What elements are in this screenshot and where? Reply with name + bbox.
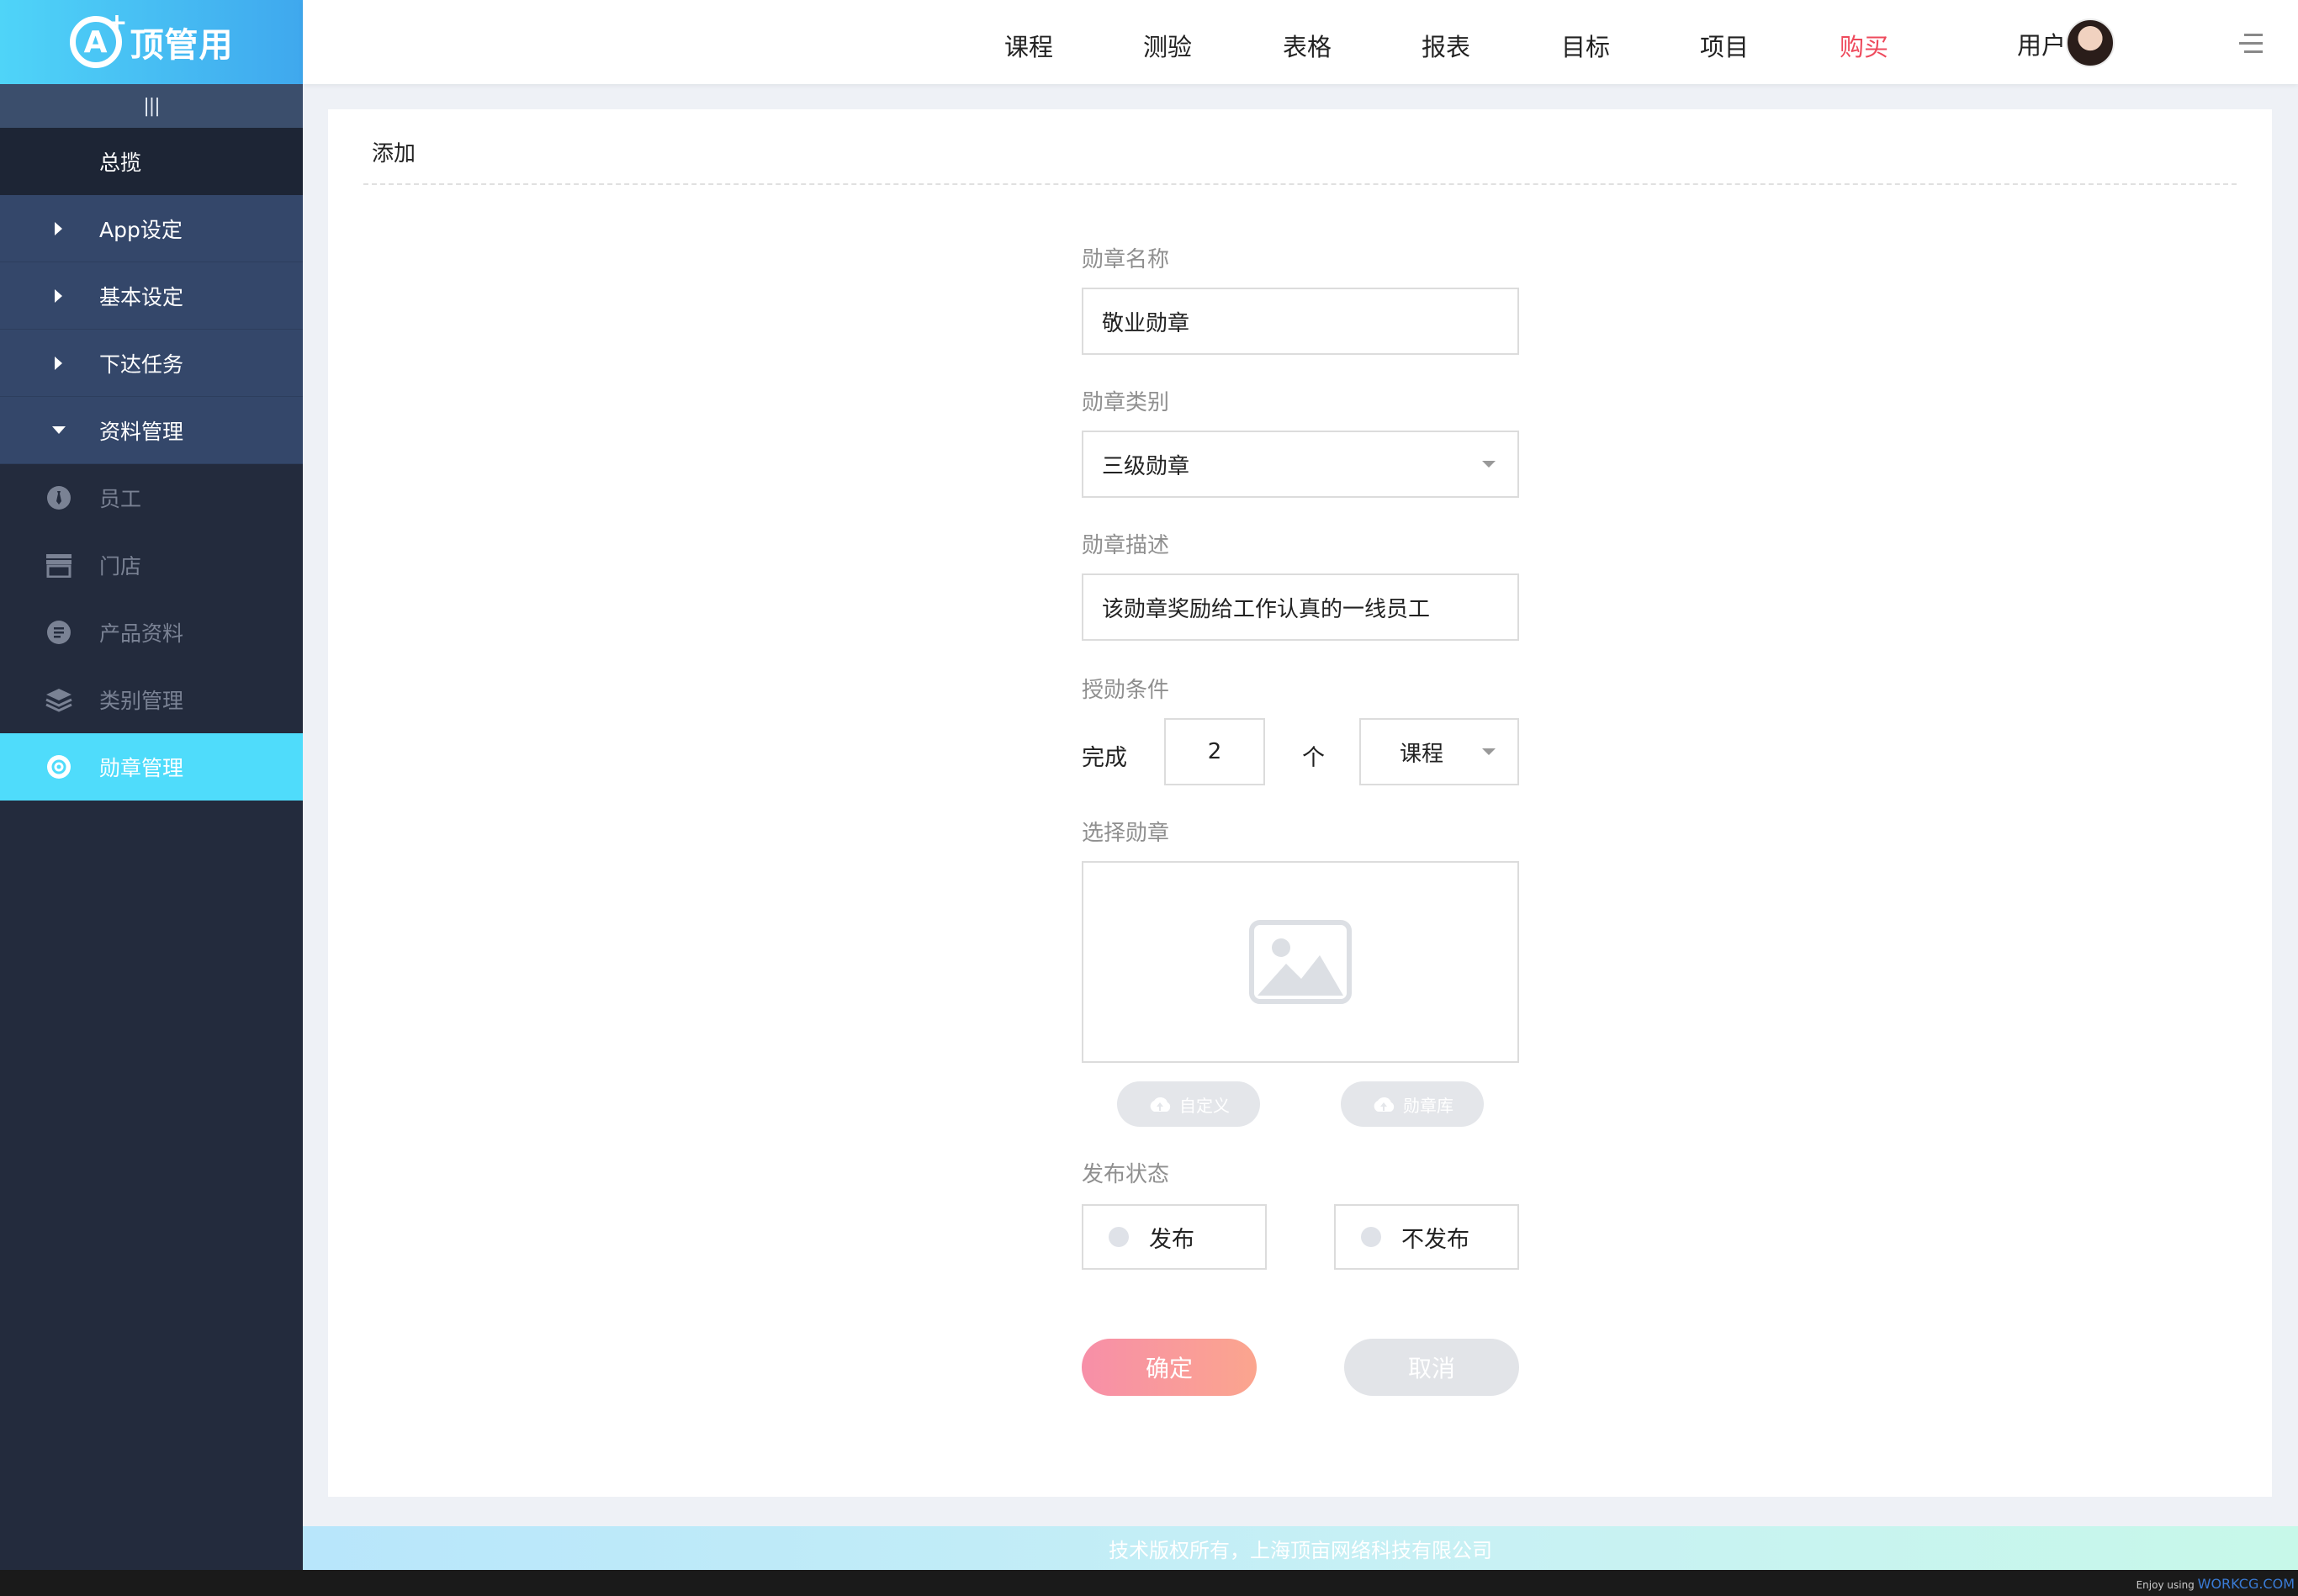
medal-name-input[interactable] (1082, 288, 1519, 355)
condition-count-input[interactable] (1164, 718, 1265, 785)
chevron-down-icon (1482, 461, 1496, 468)
sidebar-item-label: 基本设定 (99, 284, 184, 309)
nav-reports[interactable]: 报表 (1422, 28, 1470, 63)
medal-category-value: 三级勋章 (1102, 453, 1190, 479)
sidebar-item-overview[interactable]: 总揽 (0, 128, 303, 195)
document-icon (45, 619, 72, 646)
sidebar-item-label: 产品资料 (99, 621, 184, 646)
cloud-upload-icon (1150, 1097, 1171, 1112)
logo-text: 顶管用 (130, 26, 234, 65)
caret-right-icon (55, 288, 62, 303)
sidebar-collapse-button[interactable]: ||| (0, 84, 303, 128)
publish-status-label: 发布状态 (1082, 1162, 1170, 1187)
sidebar-item-label: 总揽 (99, 151, 142, 175)
sidebar-item-label: 员工 (99, 487, 142, 511)
medal-category-label: 勋章类别 (1082, 390, 1170, 415)
radio-unpublish[interactable]: 不发布 (1334, 1204, 1519, 1270)
radio-publish-label: 发布 (1149, 1226, 1194, 1253)
cancel-button[interactable]: 取消 (1344, 1339, 1519, 1396)
sidebar-item-label: 资料管理 (99, 419, 184, 444)
radio-unpublish-label: 不发布 (1401, 1226, 1469, 1253)
sidebar-group-app-settings[interactable]: App设定 (0, 195, 303, 262)
sidebar-item-stores[interactable]: 门店 (0, 531, 303, 599)
bottom-strip (0, 1570, 2298, 1596)
sidebar-item-label: App设定 (99, 217, 183, 242)
chevron-down-icon (1482, 748, 1496, 755)
nav-forms[interactable]: 表格 (1283, 28, 1332, 63)
caret-right-icon (55, 221, 62, 235)
radio-dot (1361, 1227, 1381, 1247)
nav-quiz[interactable]: 测验 (1143, 28, 1192, 63)
menu-icon[interactable] (2237, 32, 2263, 55)
medal-image-preview[interactable] (1082, 861, 1519, 1063)
medal-icon (45, 753, 72, 780)
select-medal-label: 选择勋章 (1082, 821, 1170, 846)
nav-buy[interactable]: 购买 (1840, 28, 1888, 63)
sidebar-item-label: 类别管理 (99, 689, 184, 713)
confirm-button[interactable]: 确定 (1082, 1339, 1257, 1396)
sidebar-group-data-management[interactable]: 资料管理 (0, 397, 303, 464)
sidebar-item-medal-management[interactable]: 勋章管理 (0, 733, 303, 801)
top-header: 课程 测验 表格 报表 目标 项目 购买 用户名 (303, 0, 2298, 84)
add-medal-card: 添加 勋章名称 勋章类别 三级勋章 勋章描述 授勋条件 完成 个 课程 选择勋章 (328, 109, 2272, 1497)
watermark-prefix: Enjoy using (2136, 1579, 2195, 1591)
watermark-brand: WORKCG.COM (2197, 1576, 2295, 1592)
sidebar: A + 顶管用 ||| 总揽 App设定 基本设定 下达任务 资料管理 员工 门店 (0, 0, 303, 1596)
condition-type-value: 课程 (1400, 741, 1444, 767)
card-title: 添加 (372, 141, 416, 166)
store-icon (45, 552, 72, 579)
sidebar-group-basic-settings[interactable]: 基本设定 (0, 262, 303, 330)
nav-course[interactable]: 课程 (1004, 28, 1053, 63)
medal-category-select[interactable]: 三级勋章 (1082, 431, 1519, 498)
tie-icon (45, 484, 72, 511)
upload-custom-button[interactable]: 自定义 (1117, 1081, 1260, 1127)
medal-description-input[interactable] (1082, 573, 1519, 641)
condition-unit: 个 (1302, 745, 1325, 771)
avatar[interactable] (2066, 18, 2115, 67)
logo-a-icon: A + (69, 8, 128, 68)
nav-projects[interactable]: 项目 (1700, 28, 1749, 63)
condition-type-select[interactable]: 课程 (1359, 718, 1519, 785)
upload-custom-label: 自定义 (1179, 1095, 1230, 1116)
medal-description-label: 勋章描述 (1082, 533, 1170, 558)
sidebar-item-category-management[interactable]: 类别管理 (0, 666, 303, 733)
app-logo[interactable]: A + 顶管用 (0, 0, 303, 84)
radio-publish[interactable]: 发布 (1082, 1204, 1267, 1270)
sidebar-item-label: 门店 (99, 554, 142, 579)
footer-copyright: 技术版权所有，上海顶亩网络科技有限公司 (303, 1526, 2298, 1570)
radio-dot (1109, 1227, 1129, 1247)
sidebar-group-assign-tasks[interactable]: 下达任务 (0, 330, 303, 397)
medal-library-button[interactable]: 勋章库 (1341, 1081, 1484, 1127)
copyright-text: 技术版权所有，上海顶亩网络科技有限公司 (1109, 1538, 1492, 1562)
collapse-icon: ||| (143, 95, 160, 117)
layers-icon (45, 686, 72, 713)
sidebar-item-label: 勋章管理 (99, 756, 184, 780)
sidebar-item-product-data[interactable]: 产品资料 (0, 599, 303, 666)
card-divider (363, 183, 2237, 185)
medal-library-label: 勋章库 (1403, 1095, 1453, 1116)
logo-mark: A + 顶管用 (69, 8, 234, 68)
sidebar-item-label: 下达任务 (99, 351, 184, 377)
nav-goals[interactable]: 目标 (1561, 28, 1610, 63)
condition-prefix: 完成 (1082, 745, 1127, 771)
image-placeholder-icon (1249, 920, 1352, 1004)
cloud-upload-icon (1374, 1097, 1395, 1112)
caret-down-icon (52, 426, 66, 434)
sidebar-item-staff[interactable]: 员工 (0, 464, 303, 531)
watermark: Enjoy using WORKCG.COM (2137, 1576, 2295, 1592)
medal-name-label: 勋章名称 (1082, 247, 1170, 272)
caret-right-icon (55, 356, 62, 370)
award-condition-label: 授勋条件 (1082, 678, 1170, 703)
